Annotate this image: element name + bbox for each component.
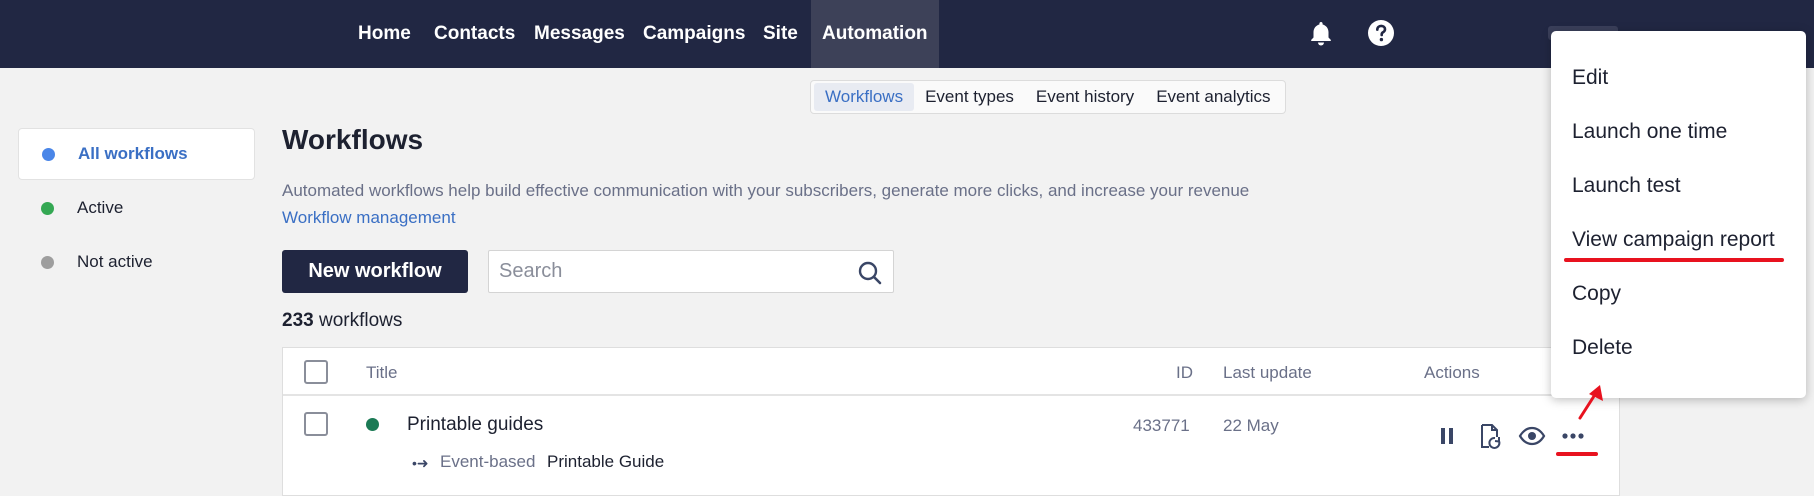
status-dot <box>42 147 55 161</box>
new-workflow-button[interactable]: New workflow <box>282 250 468 293</box>
menu-item-launch-test[interactable]: Launch test <box>1551 163 1806 209</box>
tab-event-types[interactable]: Event types <box>914 83 1025 111</box>
workflow-count-number: 233 <box>282 310 314 331</box>
pause-icon[interactable] <box>1433 422 1461 450</box>
annotation-underline-menu <box>1564 258 1784 262</box>
filter-label: All workflows <box>78 144 188 163</box>
filter-all-workflows[interactable]: All workflows <box>18 128 255 180</box>
select-all-checkbox[interactable] <box>304 360 328 384</box>
menu-item-delete[interactable]: Delete <box>1551 325 1806 371</box>
nav-messages[interactable]: Messages <box>523 0 636 68</box>
annotation-arrow-icon <box>1578 385 1603 420</box>
page-description: Automated workflows help build effective… <box>282 181 1250 200</box>
filter-active[interactable]: Active <box>18 182 255 234</box>
workflow-count: 233 workflows <box>282 310 402 332</box>
workflow-management-link[interactable]: Workflow management <box>282 208 456 228</box>
workflows-table: Title ID Last update Actions Printable g… <box>282 347 1620 496</box>
annotation-underline-more <box>1556 452 1598 456</box>
workflow-count-label: workflows <box>318 310 403 331</box>
top-navbar: Home Contacts Messages Campaigns Site Au… <box>0 0 1814 68</box>
eye-icon[interactable] <box>1518 422 1546 450</box>
workflow-id: 433771 <box>1133 416 1190 435</box>
row-actions-menu: Edit Launch one time Launch test View ca… <box>1551 31 1806 398</box>
nav-contacts[interactable]: Contacts <box>423 0 526 68</box>
tab-event-analytics[interactable]: Event analytics <box>1145 83 1281 111</box>
filter-not-active[interactable]: Not active <box>18 236 255 288</box>
nav-automation[interactable]: Automation <box>811 0 939 68</box>
workflow-title[interactable]: Printable guides <box>407 414 543 436</box>
column-actions: Actions <box>1424 363 1480 382</box>
search-input[interactable] <box>499 251 839 292</box>
column-title[interactable]: Title <box>366 363 398 383</box>
search-icon[interactable] <box>857 260 883 286</box>
filter-label: Active <box>77 198 124 217</box>
workflow-type: Event-based <box>440 452 536 471</box>
workflow-trigger[interactable]: Printable Guide <box>547 452 664 472</box>
menu-item-edit[interactable]: Edit <box>1551 55 1806 101</box>
bell-icon[interactable] <box>1306 18 1336 48</box>
status-dot <box>366 418 379 431</box>
automation-subtabs: Workflows Event types Event history Even… <box>810 80 1286 114</box>
tab-workflows[interactable]: Workflows <box>814 83 915 111</box>
more-icon[interactable] <box>1559 422 1587 450</box>
nav-site[interactable]: Site <box>752 0 809 68</box>
help-icon[interactable] <box>1366 18 1396 48</box>
tab-event-history[interactable]: Event history <box>1025 83 1145 111</box>
nav-home[interactable]: Home <box>347 0 422 68</box>
workflow-last-update: 22 May <box>1223 416 1279 435</box>
menu-item-launch-one-time[interactable]: Launch one time <box>1551 109 1806 155</box>
menu-item-copy[interactable]: Copy <box>1551 271 1806 317</box>
status-dot <box>41 255 54 269</box>
column-last-update[interactable]: Last update <box>1223 363 1312 383</box>
menu-item-view-campaign-report[interactable]: View campaign report <box>1551 217 1806 263</box>
nav-campaigns[interactable]: Campaigns <box>632 0 756 68</box>
column-id[interactable]: ID <box>1176 363 1193 383</box>
restart-doc-icon[interactable] <box>1475 422 1503 450</box>
event-based-icon: •➜ <box>412 455 429 471</box>
page-title: Workflows <box>282 124 424 155</box>
search-box <box>488 250 894 293</box>
table-header: Title ID Last update Actions <box>283 348 1619 396</box>
status-dot <box>41 201 54 215</box>
row-checkbox[interactable] <box>304 412 328 436</box>
filter-label: Not active <box>77 252 153 271</box>
